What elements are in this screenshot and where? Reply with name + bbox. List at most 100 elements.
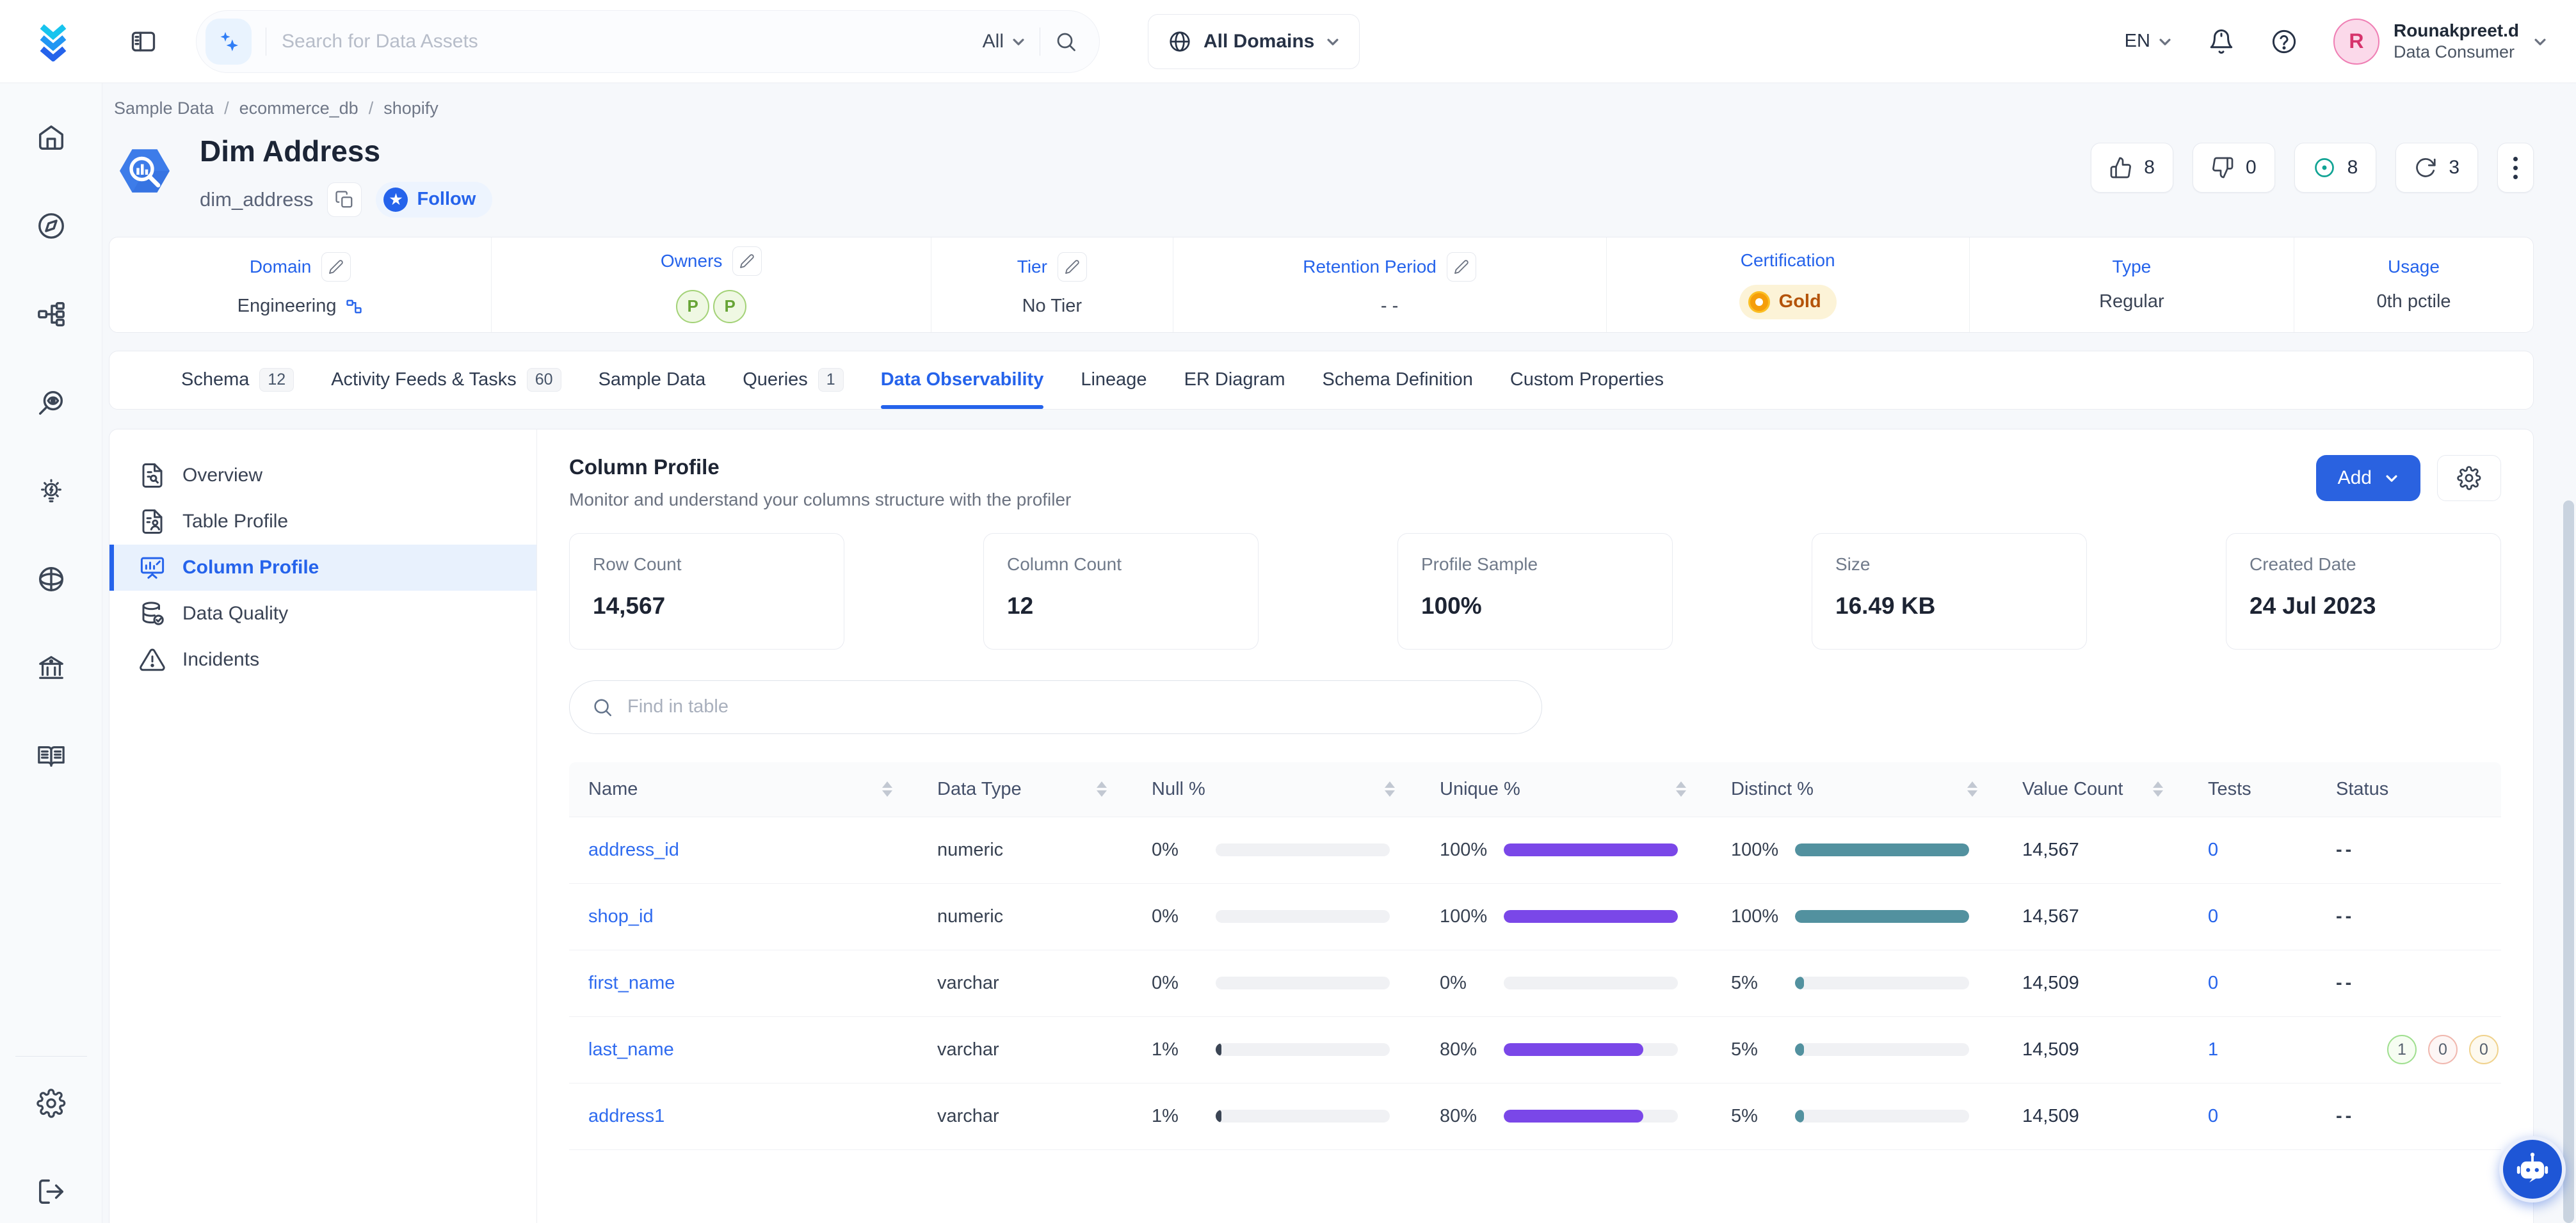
star-icon: ★ [383, 188, 408, 212]
metric-percent: 100% [1440, 906, 1504, 927]
sort-icon[interactable] [882, 781, 892, 797]
compass-explore-icon[interactable] [36, 211, 66, 241]
tab-activity-feeds-tasks[interactable]: Activity Feeds & Tasks 60 [331, 351, 561, 409]
status-empty: -- [2336, 1106, 2355, 1127]
copy-icon[interactable] [327, 182, 362, 217]
menu-item-table-profile[interactable]: Table Profile [109, 499, 536, 545]
domain-label: Domain [250, 257, 311, 277]
edit-retention-icon[interactable] [1447, 252, 1476, 282]
column-header-value-count[interactable]: Value Count [2003, 779, 2189, 800]
upvote-button[interactable]: 8 [2091, 143, 2173, 193]
column-header-label: Unique % [1440, 779, 1520, 800]
language-dropdown[interactable]: EN [2125, 31, 2172, 52]
scrollbar-thumb[interactable] [2563, 500, 2574, 1223]
ai-sparkle-icon[interactable] [205, 19, 252, 65]
menu-item-column-profile[interactable]: Column Profile [109, 545, 536, 591]
globe-domains-icon[interactable] [36, 564, 66, 594]
tab-schema-definition[interactable]: Schema Definition [1323, 351, 1473, 409]
tab-label: Data Observability [881, 369, 1044, 390]
column-profile-table: NameData TypeNull % Unique % Distinct %Val… [569, 762, 2501, 1150]
metric-cell: 1% [1132, 1106, 1421, 1127]
sort-icon[interactable] [1097, 781, 1107, 797]
tab-count-badge: 1 [818, 368, 844, 392]
breadcrumb-service[interactable]: Sample Data [114, 99, 214, 118]
column-header-name[interactable]: Name [569, 779, 918, 800]
breadcrumb-schema[interactable]: shopify [383, 99, 439, 118]
sort-icon[interactable] [1385, 781, 1395, 797]
edit-tier-icon[interactable] [1058, 252, 1087, 282]
table-profile-icon [139, 508, 166, 535]
column-name-link[interactable]: last_name [588, 1039, 674, 1060]
more-options-button[interactable] [2497, 143, 2534, 193]
retention-label: Retention Period [1303, 257, 1437, 277]
metric-cell: 100% [1712, 840, 2003, 861]
help-icon[interactable] [2271, 28, 2298, 55]
node-tree-icon[interactable] [36, 300, 66, 329]
versions-button[interactable]: 3 [2395, 143, 2478, 193]
observability-search-icon[interactable] [36, 388, 66, 417]
governance-bank-icon[interactable] [36, 653, 66, 682]
menu-item-overview[interactable]: Overview [109, 452, 536, 499]
column-name-link[interactable]: shop_id [588, 906, 654, 927]
logout-icon[interactable] [36, 1177, 66, 1206]
tab-lineage[interactable]: Lineage [1081, 351, 1147, 409]
tab-data-observability[interactable]: Data Observability [881, 351, 1044, 409]
owner-avatar[interactable]: P [676, 290, 709, 323]
column-header-data-type[interactable]: Data Type [918, 779, 1132, 800]
chat-assistant-button[interactable] [2499, 1136, 2566, 1203]
home-icon[interactable] [36, 123, 66, 152]
metric-bar [1216, 1110, 1390, 1123]
owner-avatar[interactable]: P [713, 290, 746, 323]
chevron-down-icon [2533, 35, 2547, 49]
column-header-distinct[interactable]: Distinct % [1712, 779, 2003, 800]
tests-link[interactable]: 0 [2208, 1106, 2218, 1127]
edit-domain-icon[interactable] [321, 252, 351, 282]
sidebar-toggle-icon[interactable] [129, 28, 157, 56]
follow-button[interactable]: ★ Follow [376, 182, 492, 218]
tab-label: Activity Feeds & Tasks [331, 369, 517, 390]
tab-count-badge: 60 [527, 368, 561, 392]
tab-schema[interactable]: Schema12 [181, 351, 294, 409]
app-logo-icon[interactable] [33, 22, 73, 61]
tests-link[interactable]: 0 [2208, 973, 2218, 994]
add-button[interactable]: Add [2316, 455, 2420, 501]
status-cell: 100 [2317, 1035, 2501, 1064]
observability-panel: Overview Table Profile Column Profile Da… [109, 429, 2534, 1223]
tab-queries[interactable]: Queries1 [743, 351, 843, 409]
tab-custom-properties[interactable]: Custom Properties [1510, 351, 1664, 409]
column-name-link[interactable]: first_name [588, 973, 675, 994]
followers-button[interactable]: 8 [2294, 143, 2377, 193]
breadcrumb-database[interactable]: ecommerce_db [239, 99, 358, 118]
settings-gear-icon[interactable] [36, 1089, 66, 1118]
column-name-link[interactable]: address1 [588, 1106, 664, 1127]
column-header-null[interactable]: Null % [1132, 779, 1421, 800]
sort-icon[interactable] [1967, 781, 1977, 797]
column-header-unique[interactable]: Unique % [1421, 779, 1712, 800]
menu-item-incidents[interactable]: Incidents [109, 637, 536, 683]
tab-sample-data[interactable]: Sample Data [599, 351, 706, 409]
tests-link[interactable]: 0 [2208, 906, 2218, 927]
menu-item-data-quality[interactable]: Data Quality [109, 591, 536, 637]
tests-link[interactable]: 1 [2208, 1039, 2218, 1060]
domain-value[interactable]: Engineering [237, 296, 337, 317]
search-input[interactable] [280, 30, 969, 53]
insights-bulb-icon[interactable] [36, 476, 66, 506]
user-menu[interactable]: R Rounakpreet.d Data Consumer [2333, 19, 2547, 65]
sort-icon[interactable] [1676, 781, 1686, 797]
notifications-bell-icon[interactable] [2208, 28, 2235, 55]
downvote-button[interactable]: 0 [2193, 143, 2275, 193]
find-in-table-input[interactable] [626, 696, 1520, 718]
search-scope-dropdown[interactable]: All [983, 31, 1026, 52]
column-name-link[interactable]: address_id [588, 840, 679, 861]
edit-owners-icon[interactable] [732, 246, 762, 276]
search-icon[interactable] [1054, 30, 1077, 53]
profiler-settings-button[interactable] [2437, 455, 2501, 501]
all-domains-button[interactable]: All Domains [1148, 14, 1360, 69]
sort-icon[interactable] [2153, 781, 2163, 797]
glossary-book-icon[interactable] [36, 741, 66, 771]
section-title: Column Profile [569, 455, 1071, 479]
tests-link[interactable]: 0 [2208, 840, 2218, 861]
tab-er-diagram[interactable]: ER Diagram [1184, 351, 1285, 409]
metric-bar [1216, 910, 1390, 923]
owners-label: Owners [661, 251, 722, 271]
